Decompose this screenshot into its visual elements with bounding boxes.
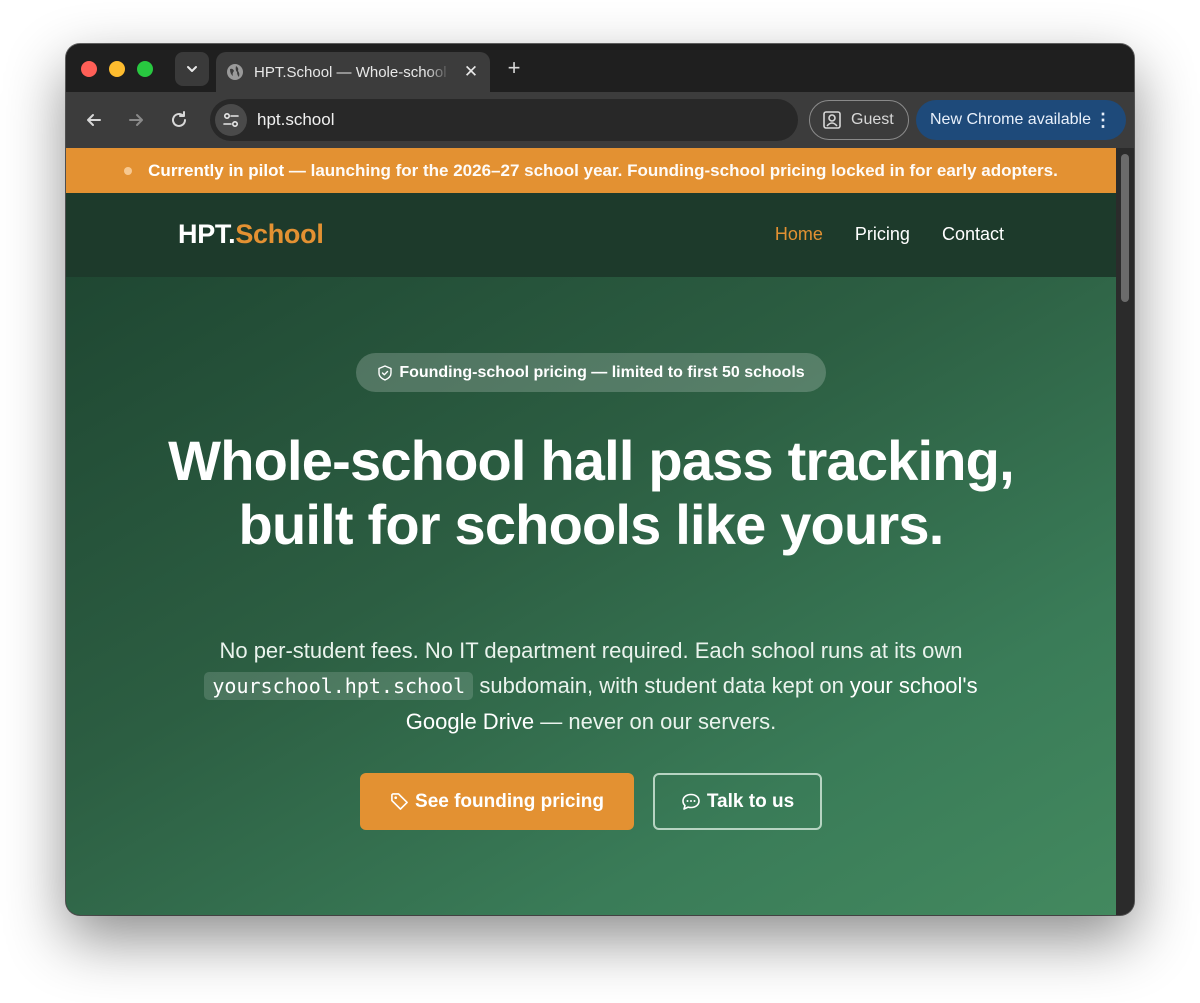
address-bar[interactable]: hpt.school <box>210 99 798 141</box>
close-window-button[interactable] <box>81 61 97 77</box>
nav-link-pricing[interactable]: Pricing <box>855 224 910 245</box>
reload-icon <box>172 111 186 127</box>
nav-link-home[interactable]: Home <box>775 224 823 245</box>
profile-label: Guest <box>851 111 894 128</box>
arrow-left-icon <box>87 114 101 126</box>
talk-to-us-button[interactable]: Talk to us <box>653 773 822 830</box>
update-chrome-button[interactable]: New Chrome available ⋮ <box>916 100 1126 140</box>
main-nav: Home Pricing Contact <box>775 224 1004 245</box>
founding-pricing-badge: Founding-school pricing — limited to fir… <box>356 353 826 392</box>
tag-icon <box>391 793 408 810</box>
chat-bubble-icon <box>682 793 700 810</box>
tune-icon <box>223 112 239 128</box>
hero-headline: Whole-school hall pass tracking, built f… <box>168 429 1014 556</box>
tab-strip: HPT.School — Whole-school Hall Pass Trac… <box>66 44 1134 92</box>
see-pricing-label: See founding pricing <box>415 790 604 812</box>
forward-button[interactable] <box>124 108 148 132</box>
site-info-button[interactable] <box>215 104 247 136</box>
browser-window: HPT.School — Whole-school Hall Pass Trac… <box>66 44 1134 915</box>
site-header: HPT.School Home Pricing Contact <box>66 193 1116 277</box>
reload-button[interactable] <box>167 108 191 132</box>
arrow-right-icon <box>129 114 143 126</box>
banner-text: — launching for the 2026–27 school year.… <box>284 160 1058 180</box>
subtitle-part-3: — never on our servers. <box>534 709 777 734</box>
subtitle-part-2: subdomain, with student data kept on <box>473 673 850 698</box>
browser-toolbar: hpt.school Guest New Chrome available ⋮ <box>66 92 1134 148</box>
logo-text-primary: HPT. <box>178 219 236 249</box>
subtitle-part-1: No per-student fees. No IT department re… <box>219 638 963 663</box>
back-button[interactable] <box>82 108 106 132</box>
shield-check-icon <box>378 364 393 381</box>
subdomain-code: yourschool.hpt.school <box>204 672 474 700</box>
banner-strong-text: Currently in pilot <box>148 160 285 180</box>
close-tab-icon[interactable]: ✕ <box>462 62 480 82</box>
hero-section: Founding-school pricing — limited to fir… <box>66 277 1116 915</box>
update-label: New Chrome available <box>930 111 1091 128</box>
new-tab-button[interactable]: + <box>502 56 526 80</box>
status-dot-icon <box>124 166 133 175</box>
logo-text-accent: School <box>235 219 324 249</box>
globe-icon <box>226 63 244 81</box>
scrollbar-thumb[interactable] <box>1121 154 1129 302</box>
url-text: hpt.school <box>257 110 335 129</box>
page-viewport: Currently in pilot — launching for the 2… <box>66 148 1116 915</box>
talk-to-us-label: Talk to us <box>706 790 795 812</box>
chevron-down-icon <box>187 66 197 72</box>
more-options-icon[interactable]: ⋮ <box>1094 110 1112 131</box>
minimize-window-button[interactable] <box>109 61 125 77</box>
pilot-banner: Currently in pilot — launching for the 2… <box>66 148 1116 193</box>
profile-icon <box>823 111 841 129</box>
see-pricing-button[interactable]: See founding pricing <box>360 773 634 830</box>
tab-title: HPT.School — Whole-school Hall Pass Trac… <box>254 63 450 81</box>
profile-button[interactable]: Guest <box>809 100 909 140</box>
badge-text: Founding-school pricing — limited to fir… <box>399 363 805 381</box>
tab-search-button[interactable] <box>175 52 209 86</box>
page-scrollbar[interactable] <box>1116 148 1134 915</box>
site-logo[interactable]: HPT.School <box>178 219 324 250</box>
hero-subtitle: No per-student fees. No IT department re… <box>176 633 1006 739</box>
active-tab[interactable]: HPT.School — Whole-school Hall Pass Trac… <box>216 52 490 92</box>
maximize-window-button[interactable] <box>137 61 153 77</box>
nav-link-contact[interactable]: Contact <box>942 224 1004 245</box>
